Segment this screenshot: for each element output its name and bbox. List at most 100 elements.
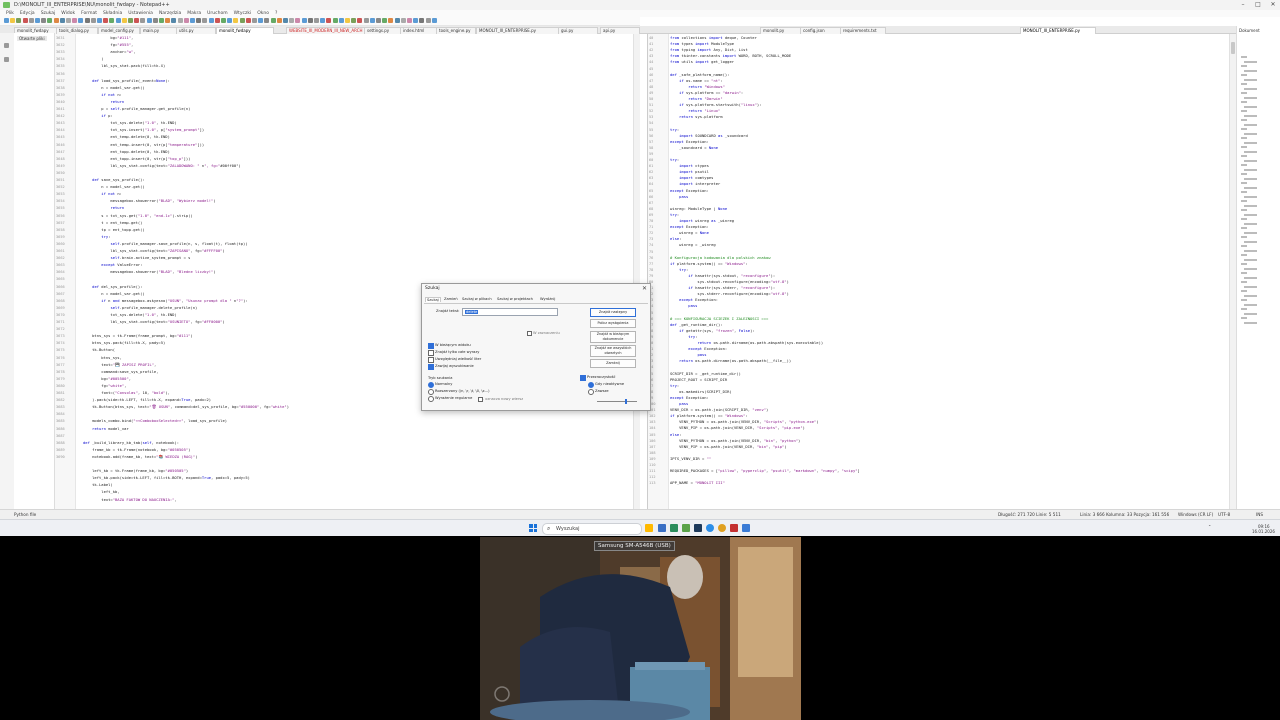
document-tab[interactable]: tools_engine.py bbox=[436, 27, 476, 34]
toolbar-button[interactable] bbox=[214, 18, 220, 23]
windows-start-icon[interactable] bbox=[529, 524, 537, 532]
toolbar-button[interactable] bbox=[190, 18, 195, 23]
backward-checkbox[interactable] bbox=[428, 343, 434, 349]
count-button[interactable]: Policz wystąpienia bbox=[590, 319, 636, 328]
toolbar-button[interactable] bbox=[109, 18, 115, 23]
document-tab[interactable]: gui.py bbox=[558, 27, 598, 34]
toolbar-button[interactable] bbox=[47, 18, 53, 23]
document-tab[interactable]: utils.py bbox=[176, 27, 216, 34]
toolbar-button[interactable] bbox=[419, 18, 425, 23]
edge-icon[interactable] bbox=[706, 524, 714, 532]
chrome-icon[interactable] bbox=[718, 524, 726, 532]
toolbar-button[interactable] bbox=[258, 18, 264, 23]
toolbar-button[interactable] bbox=[407, 18, 412, 23]
tab-find-in-files[interactable]: Szukaj w plikach bbox=[462, 297, 492, 301]
document-tab[interactable]: settings.py bbox=[364, 27, 404, 34]
notepadpp-taskbar-icon[interactable] bbox=[682, 524, 690, 532]
toolbar-button[interactable] bbox=[159, 18, 164, 23]
toolbar-button[interactable] bbox=[332, 18, 338, 23]
toolbar-button[interactable] bbox=[382, 18, 388, 23]
tab-replace[interactable]: Zamień bbox=[444, 297, 458, 301]
menu-item[interactable]: Plik bbox=[6, 10, 14, 17]
dialog-close-button[interactable]: ✕ bbox=[642, 285, 647, 292]
menu-item[interactable]: Makra bbox=[187, 10, 201, 17]
document-tab[interactable]: tools_dialog.py bbox=[56, 27, 98, 34]
left-editor[interactable]: 3631 bg="#111", 3632 fg="#555", 3633 ancho… bbox=[55, 34, 640, 509]
toolbar-button[interactable] bbox=[221, 18, 226, 23]
document-tab[interactable]: WEBSITE_III_MODERN_III_NEW_ARCH bbox=[286, 27, 370, 34]
toolbar-button[interactable] bbox=[289, 18, 295, 23]
close-button[interactable]: ✕ bbox=[1266, 1, 1280, 9]
mode-normal-radio[interactable] bbox=[428, 382, 434, 388]
toolbar-button[interactable] bbox=[351, 18, 357, 23]
toolbar-button[interactable] bbox=[90, 18, 96, 23]
clock-date[interactable]: 16.01.2026 bbox=[1252, 529, 1275, 534]
right-editor[interactable]: 40 from collections import deque, Counter… bbox=[647, 34, 1236, 509]
toolbar-button[interactable] bbox=[121, 18, 127, 23]
taskbar-search[interactable]: ⌕ Wyszukaj bbox=[542, 523, 642, 535]
menu-item[interactable]: Edycja bbox=[20, 10, 35, 17]
menu-item[interactable]: Wtyczki bbox=[234, 10, 252, 17]
toolbar-button[interactable] bbox=[400, 18, 406, 23]
find-input[interactable]: delete bbox=[462, 308, 558, 316]
menu-item[interactable]: Widok bbox=[61, 10, 75, 17]
menu-item[interactable]: Format bbox=[81, 10, 97, 17]
toolbar-button[interactable] bbox=[165, 18, 171, 23]
toolbar-button[interactable] bbox=[78, 18, 84, 23]
toolbar-button[interactable] bbox=[394, 18, 400, 23]
maximize-button[interactable]: □ bbox=[1251, 1, 1265, 9]
toolbar-button[interactable] bbox=[413, 18, 419, 23]
find-in-current-button[interactable]: Znajdź w bieżącym dokumencie bbox=[590, 331, 636, 343]
document-tab[interactable]: index.html bbox=[400, 27, 440, 34]
toolbar-button[interactable] bbox=[41, 18, 47, 23]
wrap-around-checkbox[interactable] bbox=[428, 364, 434, 370]
menu-item[interactable]: Uruchom bbox=[207, 10, 227, 17]
toolbar-button[interactable] bbox=[431, 18, 437, 23]
toolbar-button[interactable] bbox=[177, 18, 183, 23]
document-tab[interactable]: main.py bbox=[140, 27, 180, 34]
toolbar-button[interactable] bbox=[196, 18, 202, 23]
toolbar-button[interactable] bbox=[345, 18, 350, 23]
close-dialog-button[interactable]: Zamknij bbox=[590, 359, 636, 368]
menu-item[interactable]: Szukaj bbox=[41, 10, 56, 17]
transparency-slider[interactable] bbox=[597, 399, 637, 404]
folder-icon[interactable] bbox=[4, 43, 9, 48]
minimize-button[interactable]: – bbox=[1236, 1, 1250, 9]
toolbar-button[interactable] bbox=[140, 18, 146, 23]
toolbar-button[interactable] bbox=[183, 18, 189, 23]
toolbar-button[interactable] bbox=[16, 18, 22, 23]
tray-up-icon[interactable]: ⌃ bbox=[1208, 524, 1211, 529]
toolbar-button[interactable] bbox=[388, 18, 394, 23]
toolbar-button[interactable] bbox=[84, 18, 90, 23]
whole-word-checkbox[interactable] bbox=[428, 350, 434, 356]
transparency-checkbox[interactable] bbox=[580, 375, 586, 381]
document-tab[interactable]: MONOLIT_III_ENTERPRISE.py bbox=[476, 27, 562, 34]
toolbar-button[interactable] bbox=[270, 18, 276, 23]
toolbar-button[interactable] bbox=[376, 18, 381, 23]
toolbar-button[interactable] bbox=[245, 18, 251, 23]
toolbar-button[interactable] bbox=[35, 18, 40, 23]
toolbar-button[interactable] bbox=[134, 18, 140, 23]
toolbar-button[interactable] bbox=[338, 18, 344, 23]
match-case-checkbox[interactable] bbox=[428, 357, 434, 363]
toolbar-button[interactable] bbox=[22, 18, 28, 23]
left-editor-scrollbar[interactable] bbox=[633, 34, 640, 509]
mode-extended-radio[interactable] bbox=[428, 389, 434, 395]
toolbar-button[interactable] bbox=[369, 18, 375, 23]
right-editor-scrollbar[interactable] bbox=[1229, 34, 1236, 509]
app-icon[interactable] bbox=[730, 524, 738, 532]
in-selection-checkbox[interactable] bbox=[527, 331, 532, 336]
toolbar-button[interactable] bbox=[146, 18, 152, 23]
menu-item[interactable]: Ustawienia bbox=[128, 10, 153, 17]
function-list-icon[interactable] bbox=[4, 57, 9, 62]
toolbar-button[interactable] bbox=[239, 18, 245, 23]
terminal-icon[interactable] bbox=[670, 524, 678, 532]
toolbar-button[interactable] bbox=[128, 18, 133, 23]
app-icon[interactable] bbox=[694, 524, 702, 532]
toolbar-button[interactable] bbox=[10, 18, 16, 23]
toolbar-button[interactable] bbox=[115, 18, 121, 23]
toolbar-button[interactable] bbox=[202, 18, 208, 23]
toolbar-button[interactable] bbox=[276, 18, 282, 23]
toolbar-button[interactable] bbox=[171, 18, 177, 23]
toolbar-button[interactable] bbox=[264, 18, 270, 23]
